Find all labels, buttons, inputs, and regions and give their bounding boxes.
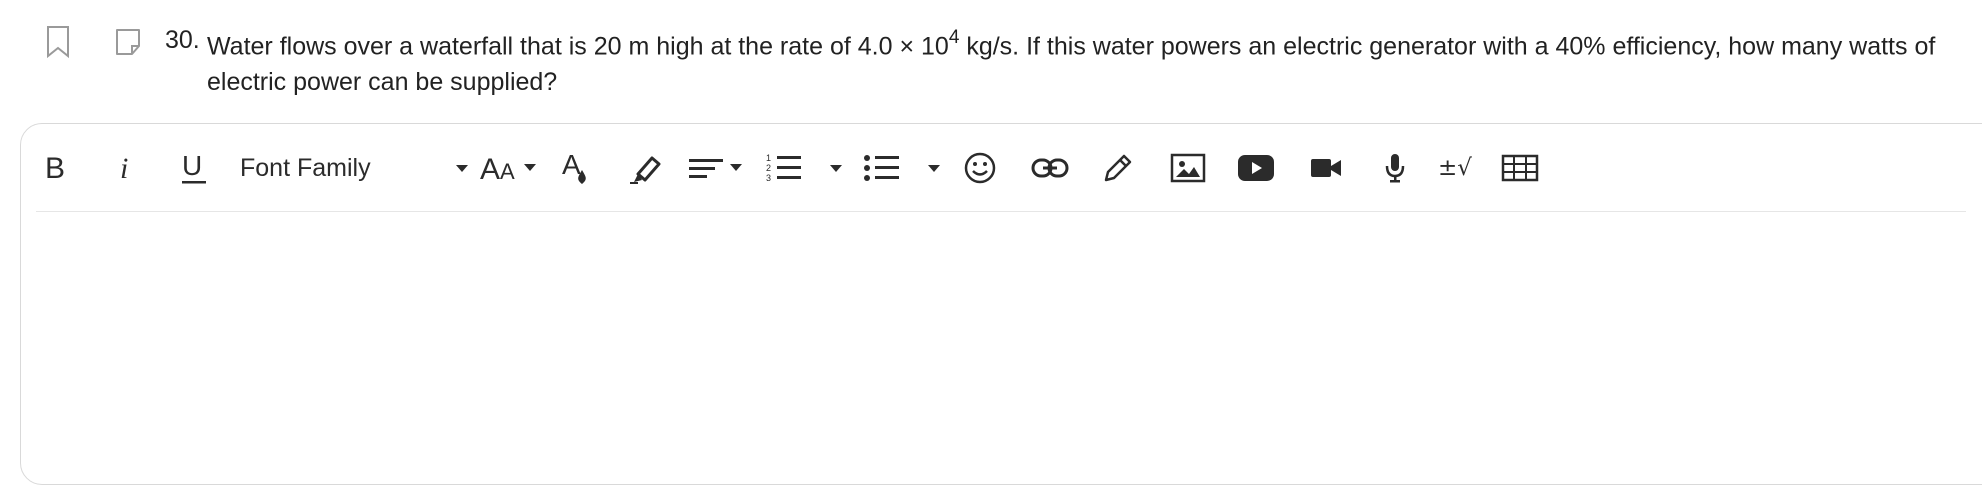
font-family-dropdown[interactable]: [452, 145, 472, 191]
italic-icon: i: [120, 153, 128, 183]
note-button[interactable]: [110, 22, 146, 62]
font-family-select[interactable]: Font Family: [240, 145, 371, 191]
chevron-down-icon: [928, 165, 940, 172]
numbered-list-icon: 1 2 3: [766, 153, 801, 183]
underline-icon: U: [182, 150, 206, 184]
question-number: 30.: [165, 26, 200, 54]
numbered-list-dropdown[interactable]: [826, 145, 846, 191]
math-button[interactable]: ±√: [1436, 145, 1474, 191]
underline-button[interactable]: U: [176, 145, 212, 191]
emoji-icon: [964, 152, 996, 184]
question-text: Water flows over a waterfall that is 20 …: [207, 22, 1977, 100]
svg-text:B: B: [45, 153, 65, 183]
align-icon: [689, 159, 742, 178]
bold-button[interactable]: B: [38, 145, 74, 191]
youtube-icon: [1238, 155, 1274, 181]
svg-text:i: i: [120, 153, 128, 183]
bullet-list-icon: [864, 155, 899, 181]
chevron-down-icon: [830, 165, 842, 172]
toolbar-divider: [36, 211, 1966, 212]
bookmark-button[interactable]: [40, 22, 76, 62]
video-icon: [1311, 159, 1341, 177]
bullet-list-dropdown[interactable]: [924, 145, 944, 191]
font-family-label: Font Family: [240, 153, 371, 182]
image-icon: [1170, 153, 1206, 183]
table-icon: [1501, 154, 1539, 182]
question-text-before: Water flows over a waterfall that is 20 …: [207, 32, 949, 61]
svg-text:A: A: [500, 159, 515, 183]
font-size-icon: A A: [480, 153, 536, 183]
numbered-list-button[interactable]: 1 2 3: [764, 145, 804, 191]
text-color-button[interactable]: A: [558, 145, 594, 191]
svg-text:A: A: [480, 153, 500, 183]
highlight-button[interactable]: [626, 145, 666, 191]
math-icon: ±√: [1438, 155, 1472, 181]
note-icon: [116, 29, 140, 55]
link-button[interactable]: [1030, 145, 1070, 191]
question-exponent: 4: [948, 27, 960, 48]
image-button[interactable]: [1168, 145, 1208, 191]
audio-button[interactable]: [1380, 145, 1410, 191]
svg-text:A: A: [562, 150, 581, 180]
pen-icon: [1104, 154, 1132, 182]
emoji-button[interactable]: [960, 145, 1000, 191]
svg-text:2: 2: [766, 163, 771, 173]
align-button[interactable]: [688, 145, 746, 191]
bold-icon: B: [45, 153, 65, 183]
draw-button[interactable]: [1098, 145, 1138, 191]
svg-text:1: 1: [766, 153, 771, 163]
highlight-icon: [630, 156, 661, 184]
text-color-icon: A: [562, 150, 586, 184]
bullet-list-button[interactable]: [862, 145, 902, 191]
italic-button[interactable]: i: [110, 145, 140, 191]
font-size-button[interactable]: A A: [480, 145, 538, 191]
chevron-down-icon: [456, 165, 468, 172]
svg-text:U: U: [182, 150, 202, 181]
editor-content-area[interactable]: [40, 225, 1960, 435]
table-button[interactable]: [1500, 145, 1540, 191]
link-icon: [1031, 158, 1069, 178]
bookmark-icon: [47, 26, 69, 59]
youtube-button[interactable]: [1236, 145, 1276, 191]
video-button[interactable]: [1308, 145, 1344, 191]
question-row: 30. Water flows over a waterfall that is…: [0, 0, 1982, 110]
svg-text:3: 3: [766, 173, 771, 183]
microphone-icon: [1385, 154, 1405, 183]
